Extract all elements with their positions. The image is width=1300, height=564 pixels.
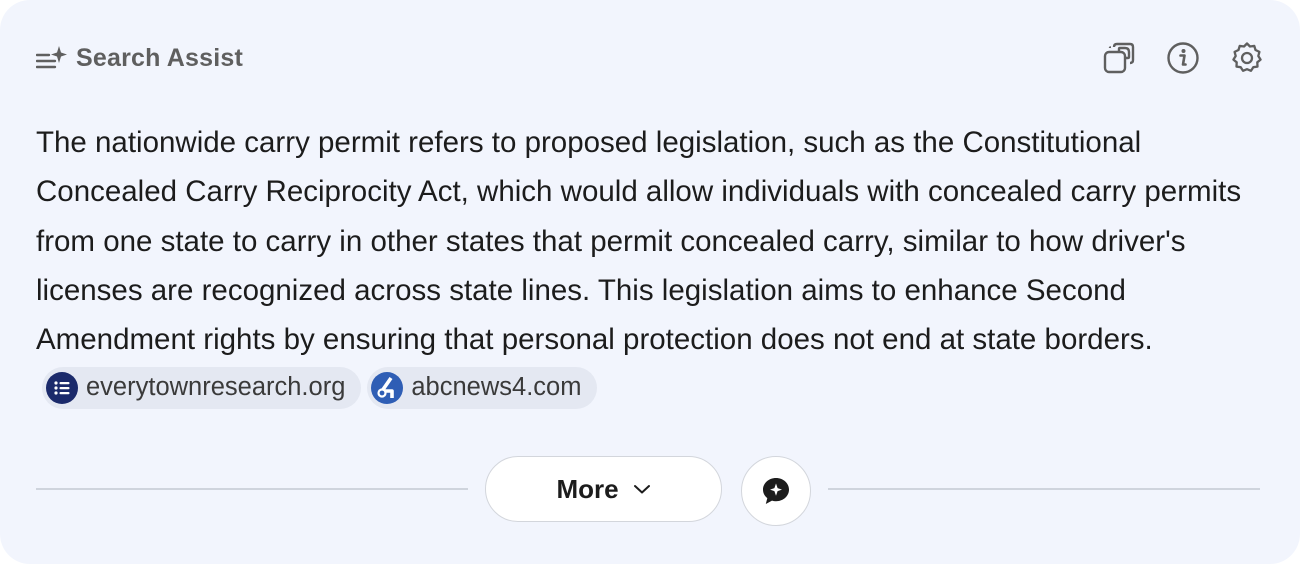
list-favicon [46, 371, 78, 404]
divider-left [36, 488, 468, 490]
info-icon[interactable] [1166, 38, 1200, 78]
answer-text: The nationwide carry permit refers to pr… [36, 126, 1242, 357]
abc4-favicon [371, 371, 404, 404]
answer-paragraph: The nationwide carry permit refers to pr… [36, 118, 1266, 414]
more-button-label: More [556, 473, 619, 504]
search-assist-card: Search Assist The nationwide carry permi… [0, 0, 1300, 564]
source-label: everytownresearch.org [86, 373, 346, 402]
feedback-chat-button[interactable] [741, 456, 811, 526]
header-toolbar [1102, 38, 1264, 78]
source-chip-everytownresearch[interactable]: everytownresearch.org [42, 366, 362, 409]
source-label: abcnews4.com [411, 373, 582, 402]
chat-sparkle-icon [761, 476, 791, 506]
divider-right [828, 488, 1260, 490]
copy-icon[interactable] [1102, 38, 1136, 78]
more-button[interactable]: More [485, 456, 722, 522]
chevron-down-icon [633, 483, 651, 495]
search-assist-header: Search Assist [36, 38, 243, 78]
source-chip-abcnews4[interactable]: abcnews4.com [367, 366, 598, 409]
search-assist-title: Search Assist [76, 43, 244, 72]
sparkle-list-icon [36, 44, 68, 72]
settings-icon[interactable] [1230, 38, 1264, 78]
